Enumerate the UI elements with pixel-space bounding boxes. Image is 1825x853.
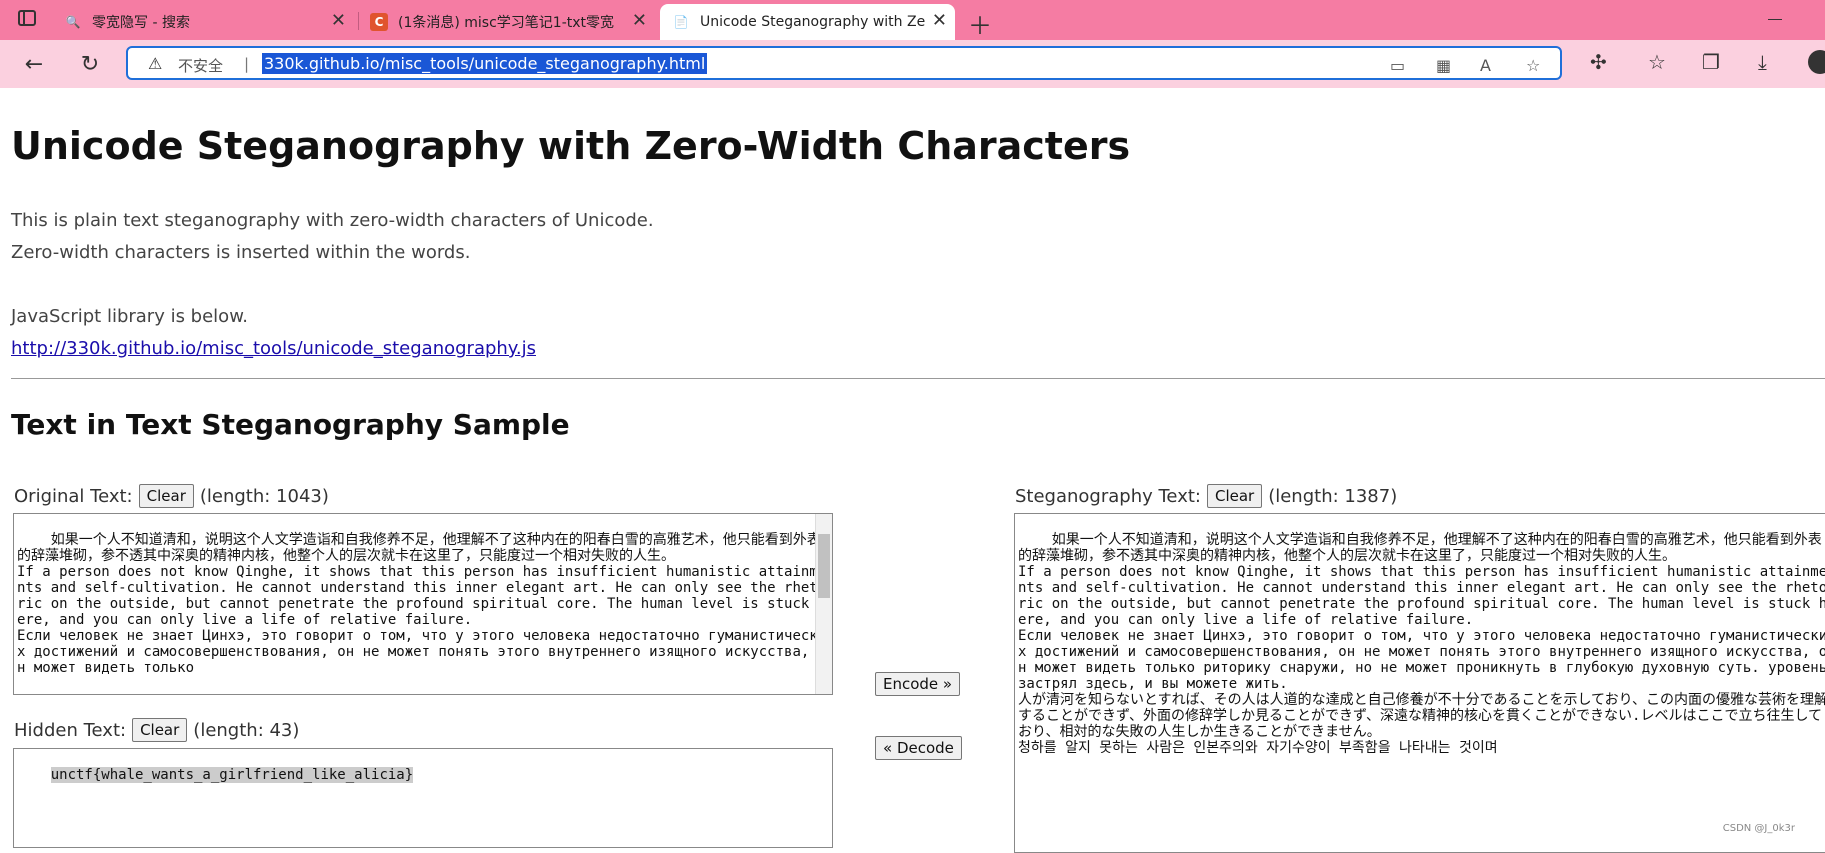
page-title: Unicode Steganography with Zero-Width Ch… [11, 124, 1131, 168]
url-divider: | [244, 55, 250, 73]
clear-stego-button[interactable]: Clear [1206, 484, 1263, 508]
hidden-text-label: Hidden Text: [14, 719, 127, 741]
original-length: (length: 1043) [199, 485, 329, 507]
tab-title: (1条消息) misc学习笔记1-txt零宽 [398, 15, 615, 31]
tab-bar: 🔍 零宽隐写 - 搜索 ✕ C (1条消息) misc学习笔记1-txt零宽 ✕… [0, 0, 1825, 40]
description-line-2: Zero-width characters is inserted within… [11, 242, 471, 263]
hidden-text-area[interactable]: unctf{whale_wants_a_girlfriend_like_alic… [13, 748, 833, 848]
extensions-icon[interactable]: ✣ [1590, 50, 1607, 74]
new-tab-icon[interactable]: ＋ [968, 6, 992, 41]
divider [11, 378, 1825, 379]
stego-text-area[interactable]: 如果一个人不知道清和，说明这个人文学造诣和自我修养不足，他理解不了这种内在的阳春… [1014, 513, 1825, 853]
hidden-text-label-row: Hidden Text: Clear (length: 43) [14, 718, 299, 742]
close-tab-icon[interactable]: ✕ [632, 12, 647, 30]
warning-icon: ⚠ [148, 54, 163, 73]
search-icon: 🔍 [65, 15, 81, 29]
csdn-logo-icon: C [370, 13, 388, 31]
apps-icon[interactable]: ▦ [1436, 56, 1451, 75]
back-icon[interactable]: ← [20, 50, 48, 78]
address-bar: ← ↻ ⚠ 不安全 | 330k.github.io/misc_tools/un… [0, 40, 1825, 88]
tab-title: Unicode Steganography with Ze [700, 14, 926, 30]
stego-text-label-row: Steganography Text: Clear (length: 1387) [1015, 484, 1397, 508]
favorites-icon[interactable]: ☆ [1648, 50, 1666, 74]
original-text-label-row: Original Text: Clear (length: 1043) [14, 484, 329, 508]
read-aloud-icon[interactable]: A [1480, 56, 1491, 75]
tab-title: 零宽隐写 - 搜索 [92, 15, 190, 31]
scrollbar[interactable] [815, 514, 832, 694]
description-line-1: This is plain text steganography with ze… [11, 210, 654, 231]
encode-button[interactable]: Encode » [875, 672, 961, 696]
url-text[interactable]: 330k.github.io/misc_tools/unicode_stegan… [262, 53, 708, 74]
tab-csdn[interactable]: C (1条消息) misc学习笔记1-txt零宽 ✕ [370, 4, 655, 40]
close-tab-icon[interactable]: ✕ [331, 12, 346, 30]
tab-unicode-steganography[interactable]: 📄 Unicode Steganography with Ze ✕ [660, 4, 955, 40]
section-title: Text in Text Steganography Sample [11, 408, 570, 441]
insecure-label: 不安全 [178, 57, 224, 75]
tab-search[interactable]: 🔍 零宽隐写 - 搜索 ✕ [64, 4, 354, 40]
page-content: Unicode Steganography with Zero-Width Ch… [0, 88, 1825, 853]
stego-text-label: Steganography Text: [1015, 485, 1201, 507]
profile-icon[interactable] [1808, 50, 1825, 74]
page-icon: 📄 [673, 15, 689, 29]
download-icon[interactable]: ⤓ [1758, 50, 1767, 74]
library-link[interactable]: http://330k.github.io/misc_tools/unicode… [11, 338, 536, 359]
watermark: CSDN @J_0k3r [1722, 823, 1795, 834]
stego-length: (length: 1387) [1268, 485, 1398, 507]
close-tab-icon[interactable]: ✕ [932, 12, 947, 30]
hidden-length: (length: 43) [193, 719, 300, 741]
collections-icon[interactable]: ❐ [1702, 50, 1720, 74]
original-text-area[interactable]: 如果一个人不知道清和，说明这个人文学造诣和自我修养不足，他理解不了这种内在的阳春… [13, 513, 833, 695]
clear-original-button[interactable]: Clear [138, 484, 194, 508]
url-field[interactable]: ⚠ 不安全 | 330k.github.io/misc_tools/unicod… [126, 46, 1562, 80]
original-text-content: 如果一个人不知道清和，说明这个人文学造诣和自我修养不足，他理解不了这种内在的阳春… [17, 532, 827, 676]
tab-actions-icon[interactable] [18, 10, 36, 26]
description-line-3: JavaScript library is below. [11, 306, 248, 327]
decode-button[interactable]: « Decode [875, 736, 962, 760]
clear-hidden-button[interactable]: Clear [132, 718, 188, 742]
refresh-icon[interactable]: ↻ [76, 50, 104, 78]
original-text-label: Original Text: [14, 485, 133, 507]
add-favorite-icon[interactable]: ☆ [1526, 56, 1540, 75]
stego-text-content: 如果一个人不知道清和，说明这个人文学造诣和自我修养不足，他理解不了这种内在的阳春… [1018, 532, 1825, 756]
minimize-icon[interactable] [1768, 19, 1782, 20]
tab-separator [358, 12, 359, 30]
hidden-text-content: unctf{whale_wants_a_girlfriend_like_alic… [50, 767, 414, 783]
device-icon[interactable]: ▭ [1390, 56, 1405, 75]
